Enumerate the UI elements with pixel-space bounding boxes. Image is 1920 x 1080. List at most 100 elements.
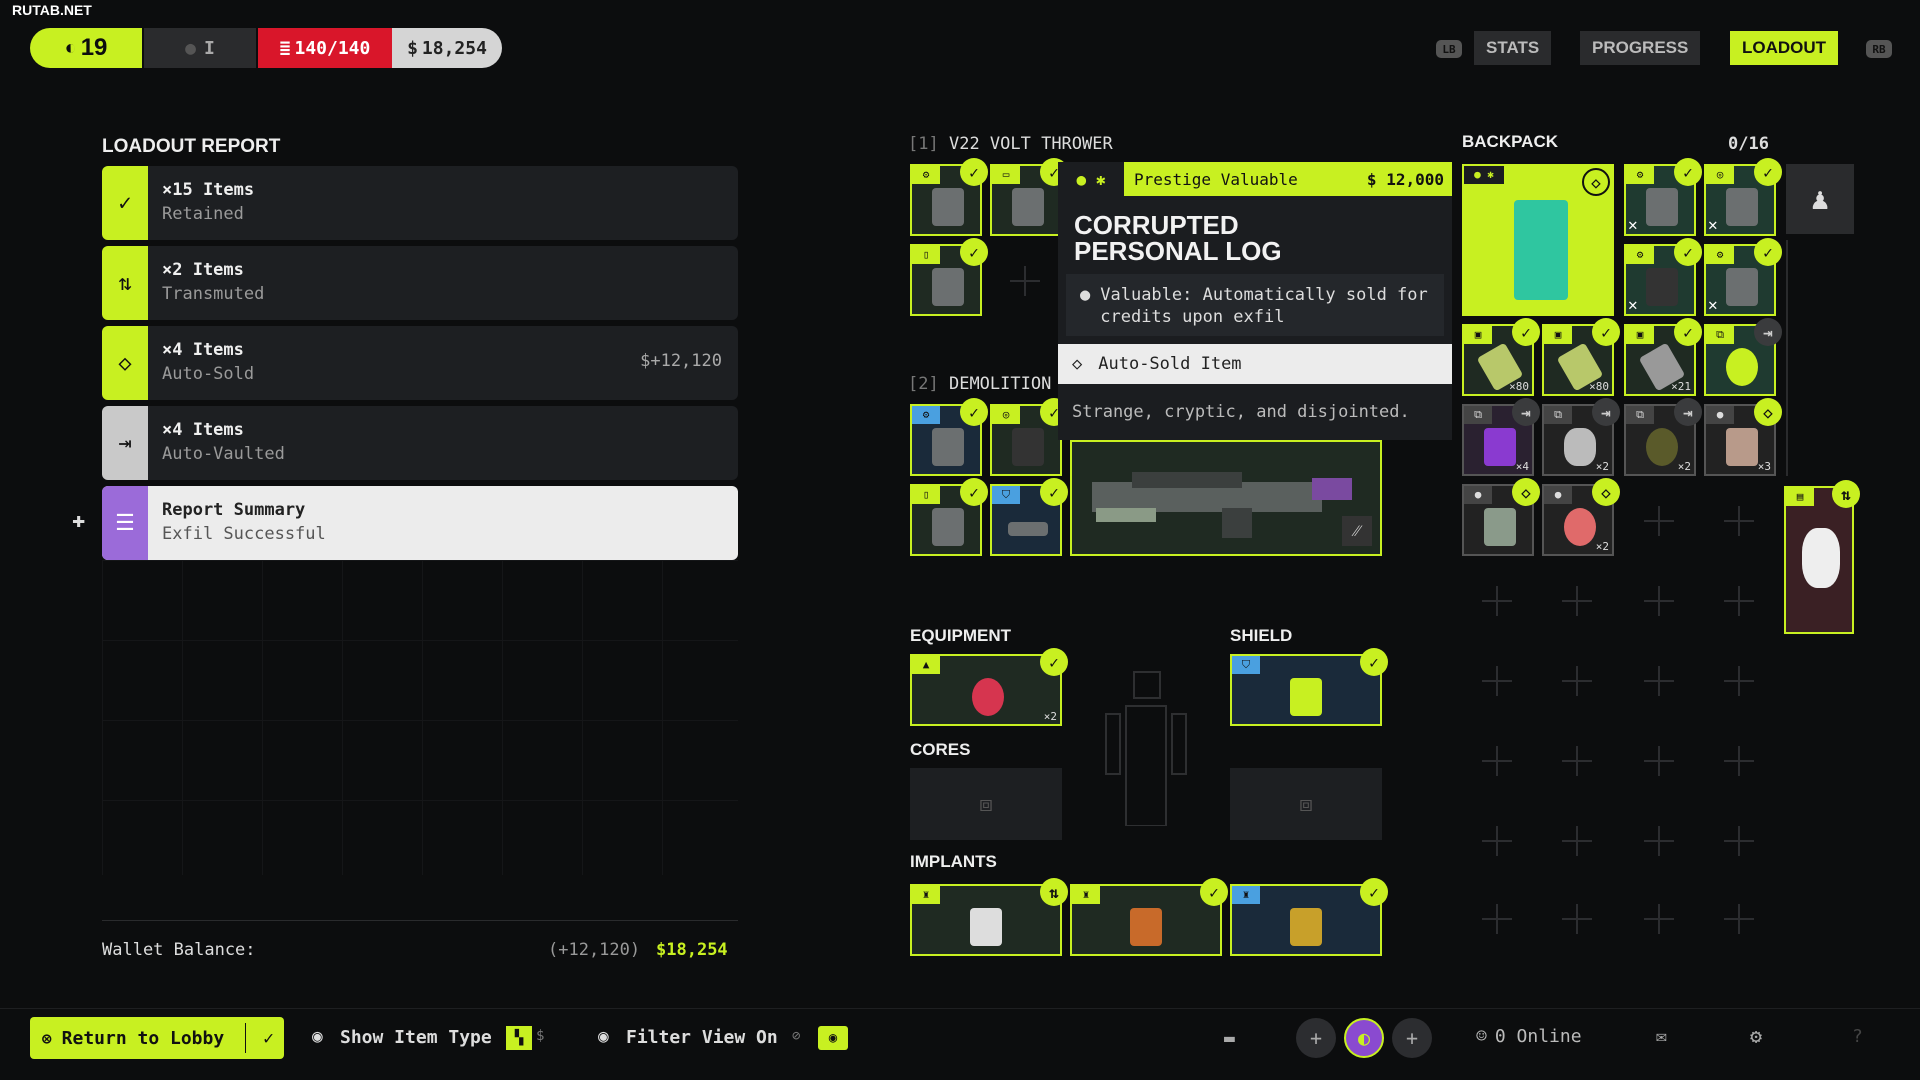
diamond-icon: ◇ [1592, 478, 1620, 506]
check-icon: ✓ [1040, 648, 1068, 676]
weapon1-index: [1] [908, 134, 939, 154]
backpack-item-ammo[interactable]: ▣ ×21 ✓ [1624, 318, 1702, 396]
backpack-item[interactable]: ● ◇ [1462, 478, 1540, 556]
runner-silhouette-icon[interactable]: ♟ [1786, 164, 1854, 234]
filter-view-label[interactable]: Filter View On [626, 1027, 778, 1048]
report-row-transmuted[interactable]: ⇅ ×2 Items Transmuted [102, 246, 738, 320]
valuable-icons: ● ✱ [1464, 166, 1504, 184]
backpack-item[interactable]: ⚙ ✕ ✓ [1704, 238, 1782, 316]
backpack-scrollbar[interactable] [1786, 240, 1788, 476]
weapon1-mod-slot[interactable]: ▭ ✓ [990, 158, 1068, 236]
empty-slot-marker [1562, 586, 1592, 616]
online-indicator[interactable]: ☺ 0 Online [1476, 1026, 1582, 1047]
backpack-item[interactable]: ◎ ✕ ✓ [1704, 158, 1782, 236]
weapon1-mod-slot[interactable]: ▯ ✓ [910, 238, 988, 316]
gear-icon[interactable]: ⚙ [1750, 1024, 1762, 1048]
mod-tag-icon: ⛉ [992, 486, 1020, 504]
backpack-item[interactable]: ⚙ ✕ ✓ [1624, 158, 1702, 236]
backpack-item[interactable]: ⧉ ×4 ⇥ [1462, 398, 1540, 476]
row-subtitle: Transmuted [162, 284, 265, 304]
backpack-item-ammo[interactable]: ▣ ×80 ✓ [1462, 318, 1540, 396]
mod-art [1008, 522, 1048, 536]
backpack-item[interactable]: ⧉ ×2 ⇥ [1624, 398, 1702, 476]
backpack-item[interactable]: ⚙ ✕ ✓ [1624, 238, 1702, 316]
empty-slot-marker [1644, 506, 1674, 536]
shield-slot[interactable]: ⛉ ✓ [1230, 648, 1388, 726]
credits-icon: $ [1366, 169, 1377, 189]
equipment-slot[interactable]: ▲ ×2 ✓ [910, 648, 1068, 726]
empty-slot-marker [1724, 666, 1754, 696]
eye-icon[interactable]: ◉ [818, 1026, 848, 1050]
eye-off-icon[interactable]: ⊘ [792, 1028, 800, 1044]
transmute-icon: ⇅ [1832, 480, 1860, 508]
implant-slot[interactable]: ♜ ✓ [1070, 878, 1228, 956]
report-row-summary[interactable]: ☰ Report Summary Exfil Successful [102, 486, 738, 560]
report-row-retained[interactable]: ✓ ×15 Items Retained [102, 166, 738, 240]
weapon2-mod-slot[interactable]: ◎ ✓ [990, 398, 1068, 476]
implant-slot[interactable]: ♜ ⇅ [910, 878, 1068, 956]
weapon2-mod-slot[interactable]: ⛉ ✓ [990, 478, 1068, 556]
item-count: ×21 [1671, 380, 1691, 393]
watermark: RUTAB.NET [12, 2, 92, 18]
report-row-auto-vaulted[interactable]: ⇥ ×4 Items Auto-Vaulted [102, 406, 738, 480]
item-type-toggle-off[interactable]: $ [536, 1028, 544, 1044]
add-party-right-button[interactable]: + [1392, 1018, 1432, 1058]
backpack-item[interactable]: ● ×2 ◇ [1542, 478, 1620, 556]
check-icon: ✓ [1512, 318, 1540, 346]
mod-tag-icon: ⚙ [912, 406, 940, 424]
show-item-type-label[interactable]: Show Item Type [340, 1027, 492, 1048]
log-art [1514, 200, 1568, 300]
empty-slot-marker [1482, 904, 1512, 934]
tooltip-description: Valuable: Automatically sold for credits… [1100, 285, 1428, 327]
backpack-item-plant[interactable]: ⧉ ⇥ [1704, 318, 1782, 396]
close-icon: ✕ [1708, 215, 1718, 234]
implant-tag-icon: ♜ [1232, 886, 1260, 904]
report-row-auto-sold[interactable]: ◇ ×4 Items Auto-Sold $+12,120 [102, 326, 738, 400]
implant-art [1290, 908, 1322, 946]
tab-stats[interactable]: STATS [1474, 31, 1552, 65]
container-tag-icon: ▤ [1786, 488, 1814, 506]
row-title: ×15 Items [162, 180, 255, 200]
tab-loadout[interactable]: LOADOUT [1730, 31, 1839, 65]
level-value: 19 [80, 34, 108, 61]
core-slot-empty[interactable]: ⧈ [1230, 768, 1382, 840]
tab-progress[interactable]: PROGRESS [1580, 31, 1701, 65]
backpack-item[interactable]: ● ×3 ◇ [1704, 398, 1782, 476]
help-icon[interactable]: ? [1852, 1026, 1863, 1047]
check-icon: ✓ [1674, 158, 1702, 186]
backpack-item-tall[interactable]: ▤ ⇅ [1784, 480, 1860, 634]
item-type-toggle-on[interactable]: ▚ [506, 1026, 532, 1050]
material-tag-icon: ⧉ [1626, 406, 1654, 424]
backpack-item[interactable]: ⧉ ×2 ⇥ [1542, 398, 1620, 476]
return-to-lobby-button[interactable]: ⊗ Return to Lobby ✓ [30, 1017, 284, 1059]
player-avatar[interactable]: ◐ [1344, 1018, 1384, 1058]
backpack-capacity: 0/16 [1728, 134, 1769, 154]
weapon2-image[interactable]: ⁄⁄ [1070, 440, 1382, 556]
equipment-art [972, 678, 1004, 716]
weapon2-mod-slot[interactable]: ▯ ✓ [910, 478, 988, 556]
edit-icon[interactable]: ⁄⁄ [1342, 516, 1372, 546]
row-title: ×4 Items [162, 420, 244, 440]
vault-icon: ⇥ [1754, 318, 1782, 346]
weapon2-mod-slot[interactable]: ⚙ ✓ [910, 398, 988, 476]
chat-icon[interactable]: ▬ [1224, 1028, 1235, 1049]
level-badge: ◐ 19 [30, 28, 142, 68]
add-party-left-button[interactable]: + [1296, 1018, 1336, 1058]
empty-slot-marker [1562, 826, 1592, 856]
backpack-item-ammo[interactable]: ▣ ×80 ✓ [1542, 318, 1620, 396]
mail-icon[interactable]: ✉ [1656, 1026, 1667, 1047]
empty-slot-marker [1482, 746, 1512, 776]
credits-icon: $ [640, 351, 651, 371]
mod-tag-icon: ◎ [1706, 166, 1734, 184]
mod-art [932, 268, 964, 306]
weapon1-mod-slot[interactable]: ⚙ ✓ [910, 158, 988, 236]
row-title: ×2 Items [162, 260, 244, 280]
backpack-item-corrupted-log[interactable]: ● ✱ ◇ [1462, 164, 1614, 316]
item-art [1646, 188, 1678, 226]
implant-slot[interactable]: ♜ ✓ [1230, 878, 1388, 956]
core-slot-empty[interactable]: ⧈ [910, 768, 1062, 840]
mod-tag-icon: ⚙ [912, 166, 940, 184]
check-icon: ✓ [960, 238, 988, 266]
row-subtitle: Retained [162, 204, 244, 224]
item-art [1802, 528, 1840, 588]
